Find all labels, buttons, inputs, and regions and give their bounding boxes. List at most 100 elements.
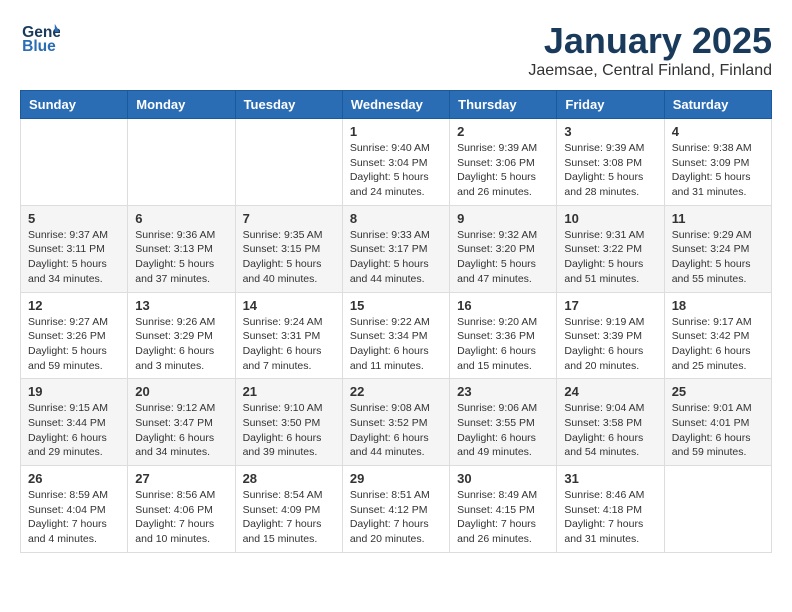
calendar-week-row: 1 Sunrise: 9:40 AM Sunset: 3:04 PM Daylig…: [21, 119, 772, 206]
day-info: Sunrise: 9:35 AM Sunset: 3:15 PM Dayligh…: [243, 228, 335, 287]
calendar-week-row: 26 Sunrise: 8:59 AM Sunset: 4:04 PM Dayli…: [21, 466, 772, 553]
day-number: 4: [672, 124, 764, 139]
day-number: 19: [28, 384, 120, 399]
calendar-cell: 21 Sunrise: 9:10 AM Sunset: 3:50 PM Dayli…: [235, 379, 342, 466]
day-info: Sunrise: 9:22 AM Sunset: 3:34 PM Dayligh…: [350, 315, 442, 374]
calendar-cell: [21, 119, 128, 206]
day-number: 8: [350, 211, 442, 226]
title-block: January 2025 Jaemsae, Central Finland, F…: [528, 20, 772, 80]
day-number: 16: [457, 298, 549, 313]
day-number: 18: [672, 298, 764, 313]
day-info: Sunrise: 9:08 AM Sunset: 3:52 PM Dayligh…: [350, 401, 442, 460]
day-info: Sunrise: 9:36 AM Sunset: 3:13 PM Dayligh…: [135, 228, 227, 287]
day-number: 20: [135, 384, 227, 399]
calendar-table: SundayMondayTuesdayWednesdayThursdayFrid…: [20, 90, 772, 553]
weekday-header: Tuesday: [235, 91, 342, 119]
calendar-cell: 8Sunrise: 9:33 AM Sunset: 3:17 PM Daylig…: [342, 205, 449, 292]
day-info: Sunrise: 9:20 AM Sunset: 3:36 PM Dayligh…: [457, 315, 549, 374]
page-header: General Blue January 2025 Jaemsae, Centr…: [20, 20, 772, 80]
day-info: Sunrise: 9:31 AM Sunset: 3:22 PM Dayligh…: [564, 228, 656, 287]
calendar-cell: 14 Sunrise: 9:24 AM Sunset: 3:31 PM Dayli…: [235, 292, 342, 379]
day-number: 27: [135, 471, 227, 486]
calendar-cell: 20 Sunrise: 9:12 AM Sunset: 3:47 PM Dayli…: [128, 379, 235, 466]
day-number: 5: [28, 211, 120, 226]
day-info: Sunrise: 9:39 AM Sunset: 3:08 PM Dayligh…: [564, 141, 656, 200]
day-info: Sunrise: 8:54 AM Sunset: 4:09 PM Dayligh…: [243, 488, 335, 547]
day-info: Sunrise: 8:59 AM Sunset: 4:04 PM Dayligh…: [28, 488, 120, 547]
calendar-cell: 5 Sunrise: 9:37 AM Sunset: 3:11 PM Daylig…: [21, 205, 128, 292]
calendar-cell: 18 Sunrise: 9:17 AM Sunset: 3:42 PM Dayli…: [664, 292, 771, 379]
day-number: 22: [350, 384, 442, 399]
weekday-header: Thursday: [450, 91, 557, 119]
day-number: 30: [457, 471, 549, 486]
day-number: 1: [350, 124, 442, 139]
subtitle: Jaemsae, Central Finland, Finland: [528, 62, 772, 80]
calendar-cell: 16 Sunrise: 9:20 AM Sunset: 3:36 PM Dayli…: [450, 292, 557, 379]
day-number: 21: [243, 384, 335, 399]
calendar-cell: 26 Sunrise: 8:59 AM Sunset: 4:04 PM Dayli…: [21, 466, 128, 553]
day-info: Sunrise: 9:10 AM Sunset: 3:50 PM Dayligh…: [243, 401, 335, 460]
day-info: Sunrise: 8:46 AM Sunset: 4:18 PM Dayligh…: [564, 488, 656, 547]
calendar-cell: 29 Sunrise: 8:51 AM Sunset: 4:12 PM Dayli…: [342, 466, 449, 553]
day-info: Sunrise: 9:29 AM Sunset: 3:24 PM Dayligh…: [672, 228, 764, 287]
day-info: Sunrise: 9:12 AM Sunset: 3:47 PM Dayligh…: [135, 401, 227, 460]
day-number: 11: [672, 211, 764, 226]
calendar-cell: 13Sunrise: 9:26 AM Sunset: 3:29 PM Dayli…: [128, 292, 235, 379]
weekday-header: Wednesday: [342, 91, 449, 119]
day-info: Sunrise: 9:38 AM Sunset: 3:09 PM Dayligh…: [672, 141, 764, 200]
calendar-week-row: 5 Sunrise: 9:37 AM Sunset: 3:11 PM Daylig…: [21, 205, 772, 292]
calendar-cell: 12 Sunrise: 9:27 AM Sunset: 3:26 PM Dayli…: [21, 292, 128, 379]
weekday-header: Friday: [557, 91, 664, 119]
calendar-week-row: 12 Sunrise: 9:27 AM Sunset: 3:26 PM Dayli…: [21, 292, 772, 379]
calendar-cell: 7 Sunrise: 9:35 AM Sunset: 3:15 PM Daylig…: [235, 205, 342, 292]
day-number: 17: [564, 298, 656, 313]
day-number: 6: [135, 211, 227, 226]
calendar-cell: 27 Sunrise: 8:56 AM Sunset: 4:06 PM Dayli…: [128, 466, 235, 553]
calendar-cell: [235, 119, 342, 206]
calendar-cell: 4 Sunrise: 9:38 AM Sunset: 3:09 PM Daylig…: [664, 119, 771, 206]
logo: General Blue: [20, 20, 62, 55]
calendar-cell: 19 Sunrise: 9:15 AM Sunset: 3:44 PM Dayli…: [21, 379, 128, 466]
day-number: 7: [243, 211, 335, 226]
day-info: Sunrise: 9:40 AM Sunset: 3:04 PM Dayligh…: [350, 141, 442, 200]
day-info: Sunrise: 8:49 AM Sunset: 4:15 PM Dayligh…: [457, 488, 549, 547]
logo-icon: General Blue: [20, 20, 60, 55]
calendar-cell: 25Sunrise: 9:01 AM Sunset: 4:01 PM Dayli…: [664, 379, 771, 466]
day-info: Sunrise: 9:24 AM Sunset: 3:31 PM Dayligh…: [243, 315, 335, 374]
calendar-cell: 15 Sunrise: 9:22 AM Sunset: 3:34 PM Dayli…: [342, 292, 449, 379]
calendar-cell: 31 Sunrise: 8:46 AM Sunset: 4:18 PM Dayli…: [557, 466, 664, 553]
calendar-cell: 3 Sunrise: 9:39 AM Sunset: 3:08 PM Daylig…: [557, 119, 664, 206]
day-info: Sunrise: 9:17 AM Sunset: 3:42 PM Dayligh…: [672, 315, 764, 374]
day-number: 29: [350, 471, 442, 486]
day-number: 23: [457, 384, 549, 399]
day-number: 14: [243, 298, 335, 313]
day-info: Sunrise: 9:37 AM Sunset: 3:11 PM Dayligh…: [28, 228, 120, 287]
day-number: 15: [350, 298, 442, 313]
calendar-cell: 9Sunrise: 9:32 AM Sunset: 3:20 PM Daylig…: [450, 205, 557, 292]
calendar-cell: 22 Sunrise: 9:08 AM Sunset: 3:52 PM Dayli…: [342, 379, 449, 466]
calendar-week-row: 19 Sunrise: 9:15 AM Sunset: 3:44 PM Dayli…: [21, 379, 772, 466]
day-info: Sunrise: 9:04 AM Sunset: 3:58 PM Dayligh…: [564, 401, 656, 460]
day-info: Sunrise: 8:56 AM Sunset: 4:06 PM Dayligh…: [135, 488, 227, 547]
svg-text:Blue: Blue: [22, 38, 56, 55]
day-info: Sunrise: 9:06 AM Sunset: 3:55 PM Dayligh…: [457, 401, 549, 460]
day-info: Sunrise: 9:27 AM Sunset: 3:26 PM Dayligh…: [28, 315, 120, 374]
calendar-cell: 11 Sunrise: 9:29 AM Sunset: 3:24 PM Dayli…: [664, 205, 771, 292]
day-info: Sunrise: 9:01 AM Sunset: 4:01 PM Dayligh…: [672, 401, 764, 460]
day-number: 26: [28, 471, 120, 486]
calendar-cell: 30 Sunrise: 8:49 AM Sunset: 4:15 PM Dayli…: [450, 466, 557, 553]
day-info: Sunrise: 9:32 AM Sunset: 3:20 PM Dayligh…: [457, 228, 549, 287]
calendar-cell: 28 Sunrise: 8:54 AM Sunset: 4:09 PM Dayli…: [235, 466, 342, 553]
day-number: 12: [28, 298, 120, 313]
day-number: 3: [564, 124, 656, 139]
day-number: 31: [564, 471, 656, 486]
day-info: Sunrise: 9:15 AM Sunset: 3:44 PM Dayligh…: [28, 401, 120, 460]
weekday-header-row: SundayMondayTuesdayWednesdayThursdayFrid…: [21, 91, 772, 119]
day-info: Sunrise: 8:51 AM Sunset: 4:12 PM Dayligh…: [350, 488, 442, 547]
calendar-cell: [664, 466, 771, 553]
day-number: 10: [564, 211, 656, 226]
calendar-cell: 10 Sunrise: 9:31 AM Sunset: 3:22 PM Dayli…: [557, 205, 664, 292]
day-number: 28: [243, 471, 335, 486]
month-title: January 2025: [528, 20, 772, 62]
day-number: 2: [457, 124, 549, 139]
